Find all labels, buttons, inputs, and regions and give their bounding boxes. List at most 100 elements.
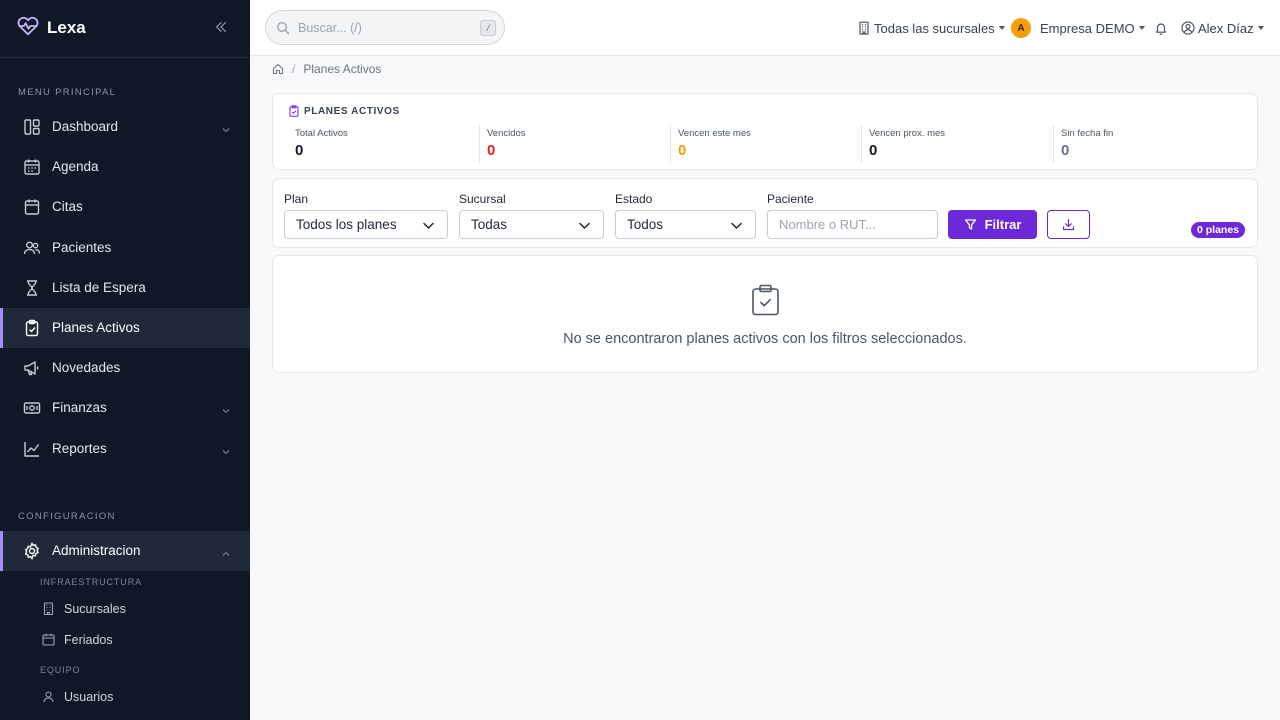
sidebar-item-agenda[interactable]: Agenda (0, 147, 250, 187)
caret-down-icon (998, 26, 1005, 30)
sidebar-item-administracion[interactable]: Administracion (0, 531, 250, 571)
megaphone-icon (23, 359, 41, 377)
empty-state-message: No se encontraron planes activos con los… (563, 331, 967, 347)
plan-select[interactable]: Todos los planes (284, 210, 448, 239)
sidebar-item-label: Pacientes (52, 240, 112, 255)
download-icon (1062, 218, 1075, 231)
sidebar-item-lista-espera[interactable]: Lista de Espera (0, 268, 250, 308)
sidebar-item-label: Planes Activos (52, 320, 140, 335)
branch-selector-label: Todas las sucursales (874, 20, 995, 36)
caret-down-icon (1257, 26, 1264, 30)
stat-label: Sin fecha fin (1061, 128, 1114, 139)
sidebar-subitem-label: Feriados (64, 633, 113, 647)
stats-card: PLANES ACTIVOS Total Activos 0 Vencidos … (272, 93, 1258, 170)
calendar-grid-icon (23, 158, 41, 176)
section-label-config: CONFIGURACION (18, 511, 116, 522)
filters-card: Plan Todos los planes Sucursal Todas Est… (272, 178, 1258, 248)
stat-value: 0 (869, 142, 878, 159)
sidebar-item-label: Agenda (52, 159, 99, 174)
sidebar-subitem-sucursales[interactable]: Sucursales (0, 595, 250, 623)
sidebar-item-dashboard[interactable]: Dashboard (0, 107, 250, 147)
stat-value: 0 (487, 142, 496, 159)
sidebar-item-novedades[interactable]: Novedades (0, 348, 250, 388)
stat-sin-fecha-fin: Sin fecha fin 0 (1053, 125, 1244, 163)
sidebar-item-citas[interactable]: Citas (0, 187, 250, 227)
clipboard-check-icon (23, 319, 41, 337)
search-icon (276, 21, 290, 35)
sidebar-item-label: Citas (52, 199, 83, 214)
sidebar-subitem-feriados[interactable]: Feriados (0, 626, 250, 654)
user-icon (42, 690, 55, 703)
chart-line-icon (23, 440, 41, 458)
collapse-sidebar-button[interactable] (212, 18, 230, 36)
search-shortcut-key: / (480, 20, 496, 36)
stat-label: Total Activos (295, 128, 348, 139)
hourglass-icon (23, 279, 41, 297)
chevron-down-icon (422, 219, 435, 232)
patient-filter-label: Paciente (767, 192, 814, 206)
home-icon[interactable] (272, 63, 284, 75)
chevron-down-icon (221, 403, 231, 414)
brand[interactable]: Lexa (17, 16, 86, 40)
clipboard-check-icon (751, 284, 780, 316)
filter-button-label: Filtrar (984, 217, 1022, 232)
sub-label-team: EQUIPO (40, 665, 81, 675)
stats-title: PLANES ACTIVOS (288, 104, 400, 118)
chevrons-left-icon (214, 20, 228, 34)
stat-value: 0 (1061, 142, 1070, 159)
stat-vencen-prox-mes: Vencen prox. mes 0 (861, 125, 1052, 163)
brand-name: Lexa (47, 18, 86, 37)
stat-vencidos: Vencidos 0 (479, 125, 670, 163)
sidebar-item-reportes[interactable]: Reportes (0, 429, 250, 469)
sidebar-item-finanzas[interactable]: Finanzas (0, 388, 250, 428)
branch-select-value: Todas (471, 217, 508, 232)
company-name: Empresa DEMO (1040, 20, 1135, 36)
export-button[interactable] (1047, 210, 1090, 239)
results-count-badge: 0 planes (1191, 222, 1246, 238)
clipboard-check-icon (288, 105, 300, 117)
building-icon (857, 21, 871, 35)
sidebar-item-label: Lista de Espera (52, 280, 146, 295)
sidebar-item-pacientes[interactable]: Pacientes (0, 228, 250, 268)
plan-select-value: Todos los planes (296, 217, 397, 232)
gear-icon (23, 541, 41, 560)
brand-divider (0, 57, 250, 58)
sidebar-subitem-label: Sucursales (64, 602, 126, 616)
branch-select[interactable]: Todas (459, 210, 604, 239)
stat-value: 0 (678, 142, 687, 159)
branch-filter-label: Sucursal (459, 192, 506, 206)
company-selector[interactable]: A Empresa DEMO (1011, 18, 1145, 38)
patient-search-input[interactable] (767, 210, 938, 239)
stat-label: Vencen este mes (678, 128, 751, 139)
search-box[interactable]: / (265, 10, 505, 45)
section-label-main: MENU PRINCIPAL (18, 87, 117, 98)
sidebar-item-label: Reportes (52, 441, 107, 456)
chevron-up-icon (221, 546, 231, 556)
chevron-down-icon (578, 219, 591, 232)
sidebar: Lexa MENU PRINCIPAL Dashboard Agenda Cit… (0, 0, 250, 720)
building-icon (42, 602, 55, 616)
user-circle-icon (1181, 21, 1195, 35)
caret-down-icon (1138, 26, 1145, 30)
chevron-down-icon (221, 444, 231, 455)
sidebar-item-label: Administracion (52, 543, 141, 558)
branch-selector[interactable]: Todas las sucursales (857, 19, 1005, 37)
stats-title-text: PLANES ACTIVOS (304, 105, 400, 117)
stat-total-activos: Total Activos 0 (288, 125, 479, 163)
cash-icon (23, 399, 41, 417)
filter-button[interactable]: Filtrar (948, 210, 1037, 239)
sidebar-item-label: Dashboard (52, 119, 119, 134)
user-menu[interactable]: Alex Díaz (1181, 19, 1264, 37)
company-avatar: A (1011, 18, 1031, 38)
sidebar-item-planes-activos[interactable]: Planes Activos (0, 308, 250, 348)
status-select[interactable]: Todos (615, 210, 756, 239)
sub-label-infra: INFRAESTRUCTURA (40, 577, 143, 587)
chevron-down-icon (730, 219, 743, 232)
sidebar-subitem-usuarios[interactable]: Usuarios (0, 683, 250, 711)
search-input[interactable] (298, 19, 468, 37)
users-icon (23, 239, 41, 257)
notifications-button[interactable] (1154, 19, 1171, 37)
bell-icon (1154, 21, 1168, 35)
calendar-icon (42, 633, 55, 646)
plan-filter-label: Plan (284, 192, 309, 206)
